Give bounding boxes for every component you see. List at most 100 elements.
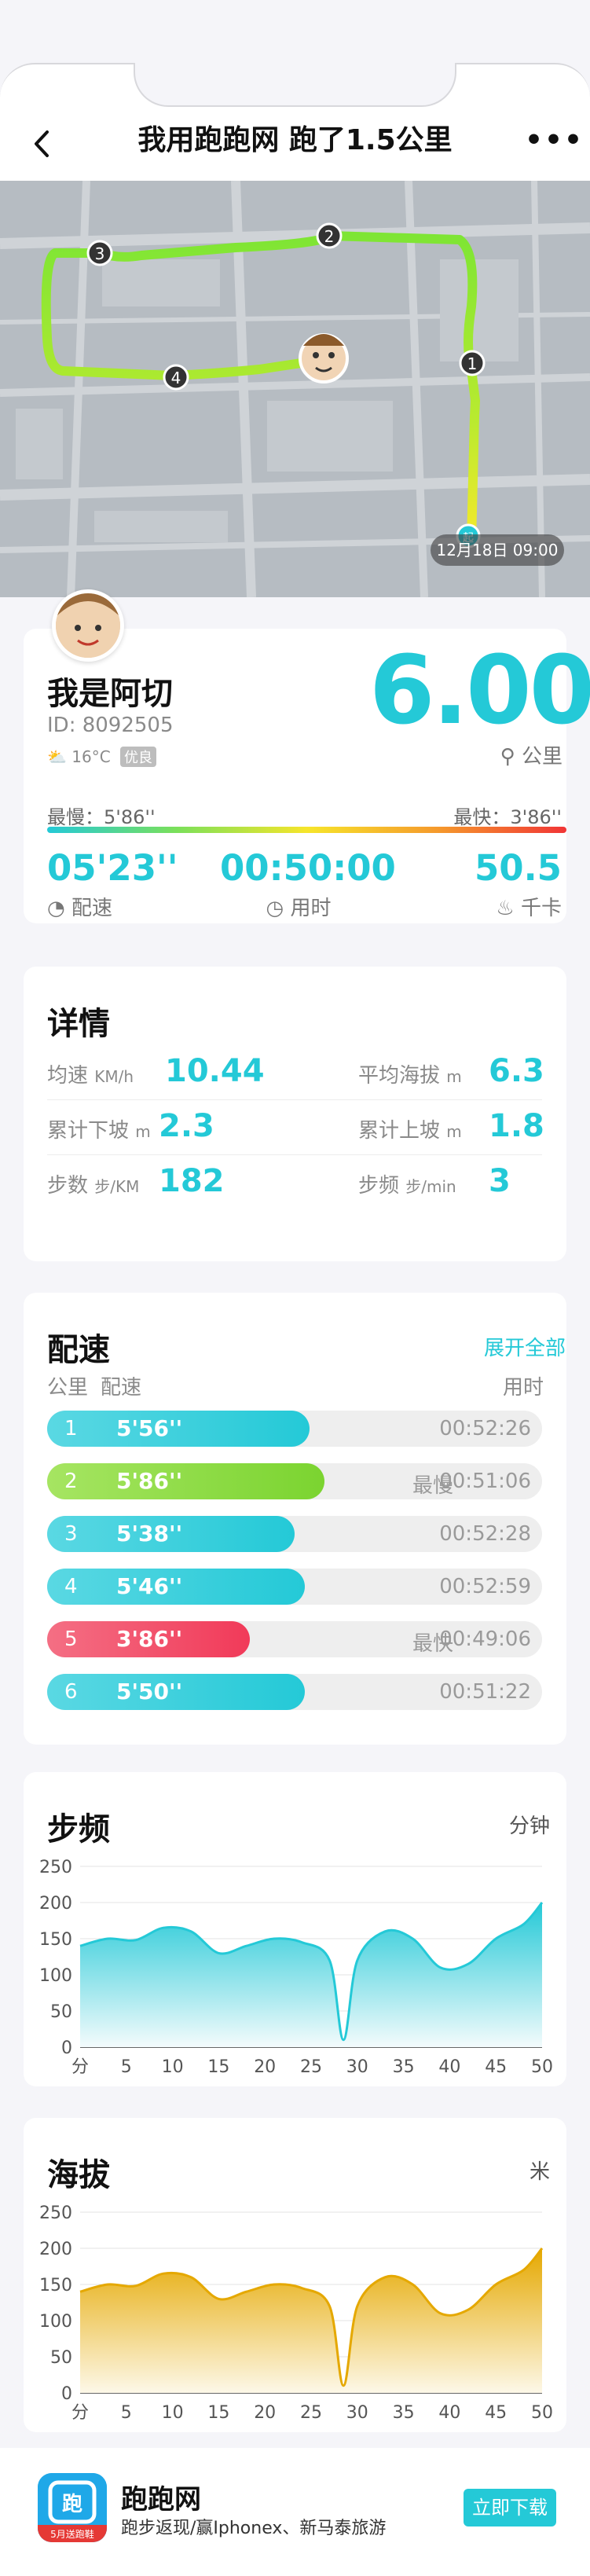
y-tick-label: 100: [39, 1966, 72, 1986]
pace-row-pace: 5'38'': [116, 1521, 183, 1547]
y-tick-label: 200: [39, 2240, 72, 2259]
y-tick-label: 100: [39, 2312, 72, 2332]
pace-row-time: 00:51:06: [439, 1470, 531, 1493]
pace-row: 6 5'50'' 00:51:22: [47, 1674, 542, 1710]
y-tick-label: 200: [39, 1894, 72, 1914]
x-tick-label: 5: [121, 2403, 132, 2423]
route-marker-2: 2: [316, 222, 343, 249]
more-button[interactable]: •••: [525, 121, 584, 160]
weather-temp: 16°C: [71, 747, 111, 766]
x-tick-label: 30: [346, 2403, 368, 2423]
distance-unit: ⚲ 公里: [500, 745, 563, 769]
x-tick-label: 15: [207, 2403, 229, 2423]
y-tick-label: 0: [61, 2384, 72, 2404]
x-tick-label: 5: [121, 2057, 132, 2077]
location-pin-icon: ⚲: [500, 745, 515, 769]
pace-gradient-bar: [47, 827, 566, 833]
nav-bar: 我用跑跑网 跑了1.5公里 •••: [0, 110, 590, 181]
stat-kcal-label: ♨ 千卡: [496, 897, 562, 920]
gauge-icon: ◔: [47, 897, 65, 920]
cadence-card: 步频 分钟 250 200 150 100 50 0 分 5 10 15 20 25 30 35 40 45 5…: [24, 1772, 566, 2086]
weather: ⛅ 16°C 优良: [47, 747, 157, 767]
details-card: 详情 均速 KM/h 10.44 平均海拔 m 6.3 累计下坡 m 2.3 累…: [24, 967, 566, 1261]
x-tick-label: 45: [485, 2057, 507, 2077]
svg-text:5月送跑鞋: 5月送跑鞋: [50, 2528, 94, 2540]
pace-row-pace: 5'50'': [116, 1679, 183, 1704]
aqi-badge: 优良: [120, 747, 157, 767]
pace-title: 配速: [47, 1332, 110, 1368]
col-km: 公里: [47, 1376, 89, 1400]
x-tick-label: 35: [393, 2057, 415, 2077]
slowest-pace: 最慢：5'86'': [47, 806, 156, 828]
x-tick-label: 40: [438, 2403, 460, 2423]
pace-row-pace: 3'86'': [116, 1626, 183, 1652]
pace-row-index: 1: [64, 1417, 78, 1440]
pace-row: 2 5'86'' 最慢 00:51:06: [47, 1463, 542, 1499]
flame-icon: ♨: [496, 897, 515, 920]
x-tick-label: 25: [300, 2057, 322, 2077]
pace-row-index: 5: [64, 1627, 78, 1651]
pace-row-index: 2: [64, 1470, 78, 1493]
pace-row-pace: 5'86'': [116, 1468, 183, 1494]
stat-time-value: 00:50:00: [220, 847, 396, 889]
altitude-chart: 250 200 150 100 50 0分 5 10 15 20 25 30 35 40 45 50: [39, 2204, 553, 2423]
chart-area: [80, 1903, 542, 2047]
col-time: 用时: [503, 1376, 544, 1400]
user-id: ID: 8092505: [47, 714, 174, 737]
svg-text:1: 1: [467, 354, 478, 373]
app-slogan: 跑步返现/赢Iphonex、新马泰旅游: [121, 2519, 387, 2538]
x-tick-label: 15: [207, 2057, 229, 2077]
x-tick-label: 20: [254, 2403, 276, 2423]
app-name: 跑跑网: [121, 2484, 201, 2515]
y-tick-label: 50: [50, 2348, 72, 2368]
distance-value: 6.00: [369, 637, 590, 746]
svg-text:2: 2: [324, 227, 335, 246]
download-button[interactable]: 立即下载: [464, 2489, 556, 2526]
route-marker-3: 3: [86, 240, 113, 266]
x-tick-label: 分: [71, 2057, 89, 2077]
pace-card: 配速 展开全部 公里 配速 用时 1 5'56'' 00:52:26 2 5'86'' 最…: [24, 1293, 566, 1745]
x-tick-label: 40: [438, 2057, 460, 2077]
app-banner[interactable]: 跑 5月送跑鞋 跑跑网 跑步返现/赢Iphonex、新马泰旅游 立即下载: [0, 2448, 590, 2576]
route-marker-4: 4: [163, 364, 189, 391]
pace-row-time: 00:52:59: [439, 1575, 531, 1598]
x-tick-label: 50: [531, 2403, 553, 2423]
pace-row-pace: 5'56'': [116, 1415, 183, 1441]
map-canvas: 1 2 3 4 起 12月18日 09:00: [0, 181, 590, 597]
pace-row: 4 5'46'' 00:52:59: [47, 1569, 542, 1605]
fastest-pace: 最快：3'86'': [453, 806, 562, 828]
y-tick-label: 250: [39, 2204, 72, 2223]
pace-row-time: 00:51:22: [439, 1680, 531, 1704]
pace-row-index: 3: [64, 1522, 78, 1546]
cadence-chart: 250 200 150 100 50 0分 5 10 15 20 25 30 35 40 45 50: [39, 1858, 553, 2077]
runner-avatar: [299, 333, 349, 383]
pace-row-pace: 5'46'': [116, 1573, 183, 1599]
svg-text:4: 4: [171, 369, 181, 387]
x-tick-label: 35: [393, 2403, 415, 2423]
y-tick-label: 50: [50, 2002, 72, 2022]
pace-row-index: 6: [64, 1680, 78, 1704]
x-tick-label: 分: [71, 2403, 89, 2423]
map-timestamp: 12月18日 09:00: [437, 541, 559, 560]
pace-bar: [47, 1463, 324, 1499]
summary-card: 我是阿切 ID: 8092505 ⛅ 16°C 优良 6.00 ⚲ 公里 最慢：…: [24, 629, 590, 923]
x-tick-label: 50: [531, 2057, 553, 2077]
x-tick-label: 25: [300, 2403, 322, 2423]
stat-pace-label: ◔ 配速: [47, 897, 112, 920]
pace-row-index: 4: [64, 1575, 78, 1598]
svg-text:跑: 跑: [62, 2493, 82, 2516]
pace-row-time: 00:49:06: [439, 1627, 531, 1651]
svg-text:3: 3: [95, 244, 105, 263]
stat-kcal-value: 50.5: [474, 847, 562, 889]
pace-row-time: 00:52:26: [439, 1417, 531, 1440]
show-all-link[interactable]: 展开全部: [464, 1332, 566, 1361]
y-tick-label: 150: [39, 2276, 72, 2295]
x-tick-label: 45: [485, 2403, 507, 2423]
detail-row: 均速 KM/h 10.44 平均海拔 m 6.3: [47, 1045, 544, 1100]
y-tick-label: 250: [39, 1858, 72, 1877]
route-map[interactable]: 1 2 3 4 起 12月18日 09:00: [0, 181, 590, 597]
x-tick-label: 30: [346, 2057, 368, 2077]
user-avatar[interactable]: [52, 589, 124, 662]
details-title: 详情: [47, 1006, 110, 1042]
chart-area: [80, 2248, 542, 2393]
